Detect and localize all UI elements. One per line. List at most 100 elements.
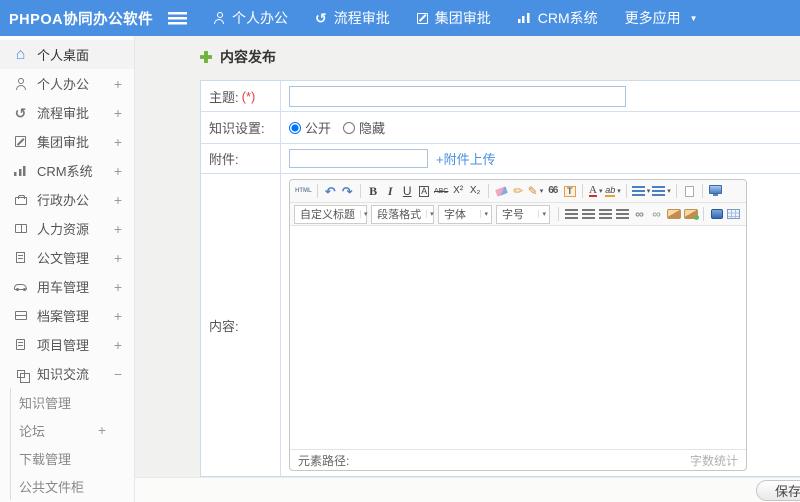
briefcase-icon [14,195,27,205]
table-icon[interactable] [726,205,741,223]
italic-icon[interactable] [383,182,398,200]
autotypeset-icon[interactable] [417,182,432,200]
sidebar-item-admin-office[interactable]: 行政办公 + [0,185,134,214]
sidebar-items: 个人桌面个人办公 + 流程审批 + 集团审批 + CRM系统 + 行政办公 + 人力资源 + 公文管理 +… [0,40,134,388]
save-button[interactable]: 保存 [755,480,800,501]
new-page-icon[interactable] [682,182,697,200]
subject-row: 主题: (*) [201,81,800,112]
archive-icon [14,311,27,320]
sidebar-item-label: 公文管理 [37,251,90,266]
nav-item-workflow-approval[interactable]: 流程审批 [315,8,390,28]
media-icon[interactable] [709,205,724,223]
sidebar-subitem-public-file-cabinet[interactable]: 公共文件柜 [11,472,134,500]
content-value-cell: ▾ ▾ ▾ ▾ ▾ 自定义标题 ▾ 段落格式 ▾ 字体 ▾ 字号 ▾ 元素路径: 字数统计 [281,174,800,476]
underline-icon[interactable] [400,182,415,200]
image-icon[interactable] [666,205,681,223]
sidebar-item-project-management[interactable]: 项目管理 + [0,330,134,359]
sidebar-item-personal-desktop[interactable]: 个人桌面 [0,40,134,69]
toolbar-separator [558,207,559,221]
ordered-list-icon[interactable]: ▾ [631,182,650,200]
expand-icon: + [113,191,122,208]
expand-icon: + [113,278,122,295]
attachment-upload-link[interactable]: +附件上传 [436,149,496,168]
justify-icon[interactable] [615,205,630,223]
caret-down-icon: ▼ [689,13,698,23]
redo-icon[interactable] [340,182,355,200]
menu-icon[interactable] [168,11,187,25]
subject-input[interactable] [289,85,626,107]
sidebar-item-personal-office[interactable]: 个人办公 + [0,69,134,98]
editor-content-area[interactable] [290,226,746,449]
font-color-icon[interactable]: ▾ [588,182,603,200]
bold-icon [369,185,377,197]
unlink-icon[interactable] [649,205,664,223]
sidebar-item-group-approval[interactable]: 集团审批 + [0,127,134,156]
dropdown-label: 自定义标题 [300,209,355,221]
app-logo: PHPOA协同办公软件 [9,11,154,28]
font-family-dropdown[interactable]: 字体 ▾ [438,204,492,224]
nav-item-crm-system[interactable]: CRM系统 [517,8,598,28]
knowledge-icon [16,369,30,383]
attachment-input[interactable] [289,149,428,168]
custom-title-dropdown[interactable]: 自定义标题 ▾ [294,204,368,224]
align-left-icon[interactable] [564,205,579,223]
sidebar-item-archive-management[interactable]: 档案管理 + [0,301,134,330]
paragraph-format-dropdown[interactable]: 段落格式 ▾ [371,204,434,224]
toolbar-separator [316,184,318,198]
highlight-icon[interactable]: ▾ [605,182,621,200]
nav-item-personal-office[interactable]: 个人办公 [213,8,288,28]
word-count-label: 字数统计 [689,453,738,468]
unordered-list-icon[interactable]: ▾ [652,182,671,200]
required-mark: (*) [241,88,256,104]
caret-down-icon: ▾ [480,210,488,218]
sidebar-item-document-management[interactable]: 公文管理 + [0,243,134,272]
sidebar-subitem-knowledge-management[interactable]: 知识管理 [11,388,134,416]
bold-icon[interactable] [366,182,381,200]
editor-toolbar-row2: 自定义标题 ▾ 段落格式 ▾ 字体 ▾ 字号 ▾ [290,203,746,226]
radio-option-label: 公开 [305,121,332,136]
font-size-dropdown[interactable]: 字号 ▾ [496,204,550,224]
sidebar-item-icon-wrap [12,252,29,263]
radio-input-public[interactable] [289,121,301,134]
nav-item-group-approval[interactable]: 集团审批 [416,8,491,28]
knowledge-setting-row: 知识设置: 公开 隐藏 [201,112,800,144]
radio-option-public[interactable]: 公开 [289,118,331,137]
fullscreen-icon[interactable] [708,182,723,200]
insert-image-icon[interactable] [683,205,699,223]
sidebar-item-workflow-approval[interactable]: 流程审批 + [0,98,134,127]
paste-text-icon[interactable] [562,182,577,200]
attachment-value-cell: +附件上传 [281,144,800,173]
page-title: 内容发布 [220,49,276,65]
nav-item-more-apps[interactable]: 更多应用 ▼ [625,8,698,28]
sidebar-item-vehicle-management[interactable]: 用车管理 + [0,272,134,301]
sidebar-subitem-forum[interactable]: 论坛 + [11,416,134,444]
strikethrough-icon[interactable] [434,182,449,200]
toolbar-separator [582,184,584,198]
link-icon[interactable] [632,205,647,223]
radio-option-hidden[interactable]: 隐藏 [343,118,385,137]
title-row: 内容发布 [200,47,276,67]
sidebar-subitem-download-management[interactable]: 下载管理 [11,444,134,472]
sidebar-item-icon-wrap [12,224,29,233]
align-center-icon[interactable] [581,205,596,223]
undo-icon[interactable] [323,182,338,200]
html-source-icon [295,188,312,194]
sidebar-item-label: 项目管理 [37,338,90,353]
align-right-icon[interactable] [598,205,613,223]
subscript-icon[interactable] [468,182,483,200]
blockquote-icon[interactable] [545,182,560,200]
eraser-icon[interactable] [494,182,509,200]
strikethrough-icon [434,188,448,195]
format-painter-icon[interactable]: ▾ [528,182,544,200]
radio-input-hidden[interactable] [343,121,356,134]
expand-icon: + [113,249,122,266]
expand-icon: + [113,220,122,237]
superscript-icon [453,186,463,196]
html-source-icon[interactable] [295,182,312,200]
superscript-icon[interactable] [451,182,466,200]
sidebar-item-crm-system[interactable]: CRM系统 + [0,156,134,185]
sidebar-item-knowledge-exchange[interactable]: 知识交流 − [0,359,134,388]
sidebar-item-human-resources[interactable]: 人力资源 + [0,214,134,243]
sidebar-item-icon-wrap [12,77,29,90]
clear-format-icon[interactable] [511,182,526,200]
